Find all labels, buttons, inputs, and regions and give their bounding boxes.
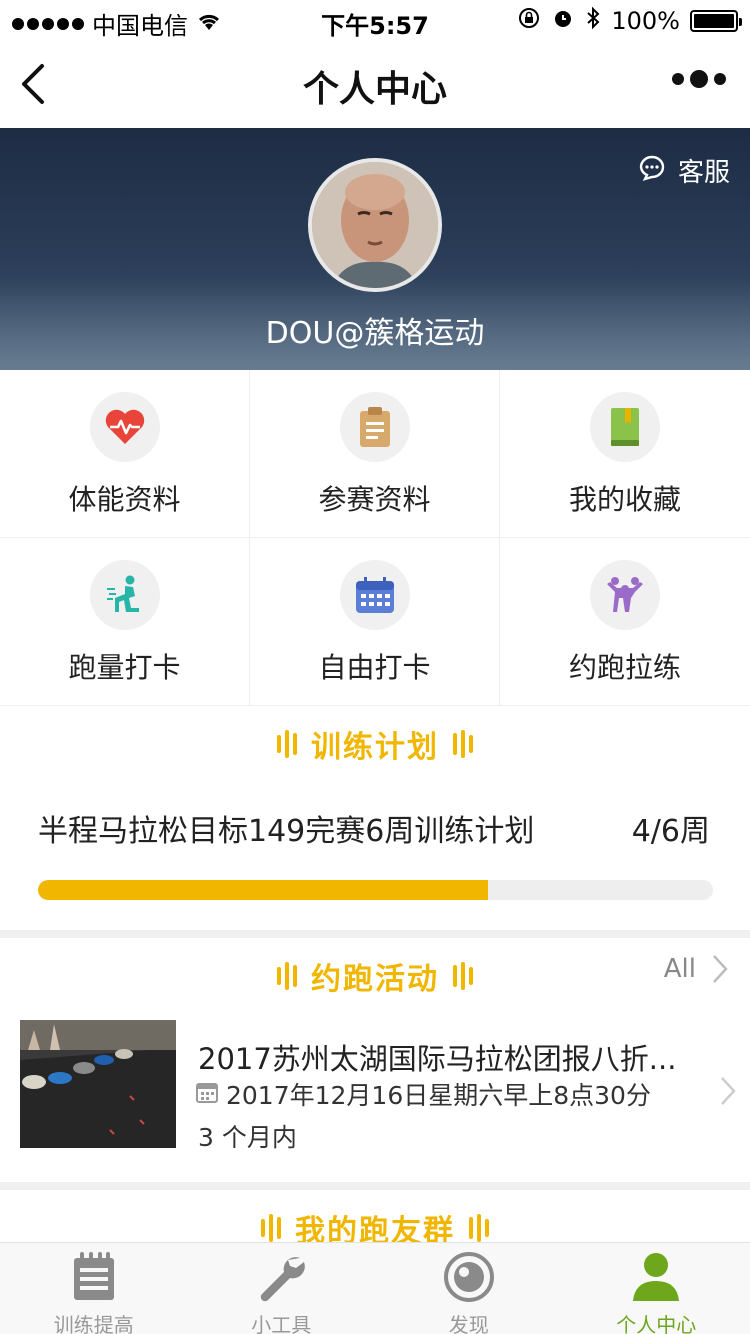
plan-name[interactable]: 半程马拉松目标149完赛6周训练计划 [38, 806, 534, 850]
tab-tools[interactable]: 小工具 [188, 1243, 376, 1334]
tab-label: 训练提高 [53, 1313, 134, 1334]
menu-label: 跑量打卡 [68, 651, 181, 684]
activity-date: 2017年12月16日星期六早上8点30分 [226, 1081, 651, 1110]
chevron-right-icon [720, 1076, 736, 1110]
activities-heading: 约跑活动 [0, 954, 750, 998]
menu-label: 我的收藏 [568, 483, 681, 516]
menu-item-race-profile[interactable]: 参赛资料 [250, 370, 500, 538]
calendar-small-icon [196, 1080, 218, 1109]
plan-progress-text: 4/6周 [631, 814, 710, 849]
avatar[interactable] [308, 158, 442, 292]
chat-headset-icon [636, 153, 668, 188]
status-bar: 中国电信 下午5:57 100% [0, 0, 750, 40]
compass-icon [441, 1249, 497, 1305]
customer-service-button[interactable]: 客服 [636, 152, 730, 189]
more-dot-icon [690, 70, 708, 88]
menu-item-favorites[interactable]: 我的收藏 [500, 370, 750, 538]
runner-icon [89, 560, 160, 630]
profile-header: 客服 DOU@簇格运动 [0, 128, 750, 370]
username: DOU@簇格运动 [265, 316, 485, 351]
section-title: 训练计划 [311, 730, 439, 765]
tab-discover[interactable]: 发现 [375, 1243, 563, 1334]
decor-bars-icon [453, 962, 473, 990]
chevron-right-icon [713, 955, 728, 983]
wrench-icon [253, 1249, 309, 1305]
clipboard-icon [339, 392, 410, 462]
all-label: All [663, 954, 696, 984]
section-divider [0, 1182, 750, 1190]
more-dot-icon [714, 73, 726, 85]
customer-service-label: 客服 [677, 158, 730, 188]
tab-label: 小工具 [251, 1313, 312, 1334]
menu-label: 自由打卡 [318, 651, 431, 684]
battery-icon [690, 10, 742, 32]
group-icon [590, 560, 660, 630]
decor-bars-icon [277, 962, 297, 990]
rotation-lock-icon [517, 6, 541, 36]
menu-item-free-checkin[interactable]: 自由打卡 [250, 538, 500, 706]
alarm-icon [551, 6, 575, 36]
tab-profile[interactable]: 个人中心 [563, 1243, 750, 1334]
all-activities-link[interactable]: All [664, 954, 728, 984]
list-icon [66, 1249, 122, 1305]
navigation-bar: 个人中心 [0, 40, 750, 128]
activity-list-item[interactable]: 2017苏州太湖国际马拉松团报八折... 2017年12月16日星期六早上8点3… [0, 1020, 750, 1152]
menu-item-mileage-checkin[interactable]: 跑量打卡 [0, 538, 250, 706]
menu-label: 参赛资料 [318, 483, 431, 516]
activity-relative-time: 3 个月内 [198, 1123, 297, 1152]
feature-menu: 体能资料 参赛资料 我的收藏 跑量打卡 自由打卡 约跑拉练 [0, 370, 750, 706]
menu-item-group-run[interactable]: 约跑拉练 [500, 538, 750, 706]
decor-bars-icon [277, 730, 297, 758]
calendar-icon [339, 560, 410, 630]
tab-training[interactable]: 训练提高 [0, 1243, 188, 1334]
menu-label: 约跑拉练 [568, 651, 681, 684]
battery-percent: 100% [611, 7, 680, 35]
activity-title: 2017苏州太湖国际马拉松团报八折... [198, 1042, 677, 1076]
menu-item-fitness-profile[interactable]: 体能资料 [0, 370, 250, 538]
page-title: 个人中心 [302, 69, 447, 110]
plan-progress-fill [38, 880, 489, 900]
more-button[interactable] [672, 70, 726, 88]
decor-bars-icon [261, 1214, 281, 1242]
bluetooth-icon [585, 6, 601, 36]
section-title: 约跑活动 [311, 962, 439, 997]
activity-thumbnail [20, 1020, 176, 1148]
more-dot-icon [672, 73, 684, 85]
training-plan-heading: 训练计划 [0, 722, 750, 766]
decor-bars-icon [453, 730, 473, 758]
heart-rate-icon [89, 392, 160, 462]
plan-progress-bar [38, 880, 713, 900]
tab-bar: 训练提高 小工具 发现 个人中心 [0, 1242, 750, 1334]
menu-label: 体能资料 [68, 483, 181, 516]
person-icon [628, 1249, 684, 1305]
tab-label: 个人中心 [616, 1313, 697, 1334]
decor-bars-icon [469, 1214, 489, 1242]
book-icon [590, 392, 660, 462]
tab-label: 发现 [448, 1313, 489, 1334]
section-divider [0, 930, 750, 938]
